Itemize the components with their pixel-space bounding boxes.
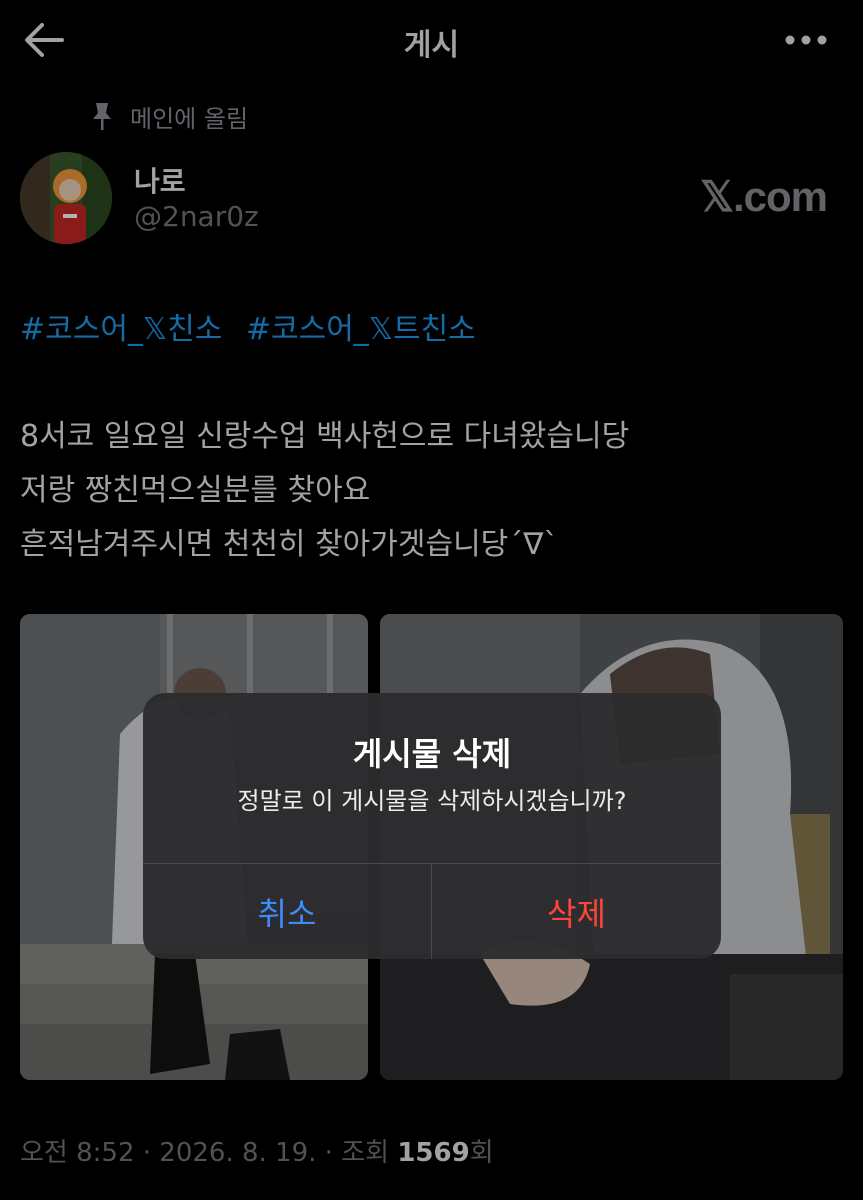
dialog-title: 게시물 삭제 bbox=[352, 735, 512, 773]
delete-button[interactable]: 삭제 bbox=[432, 864, 721, 959]
dialog-message: 정말로 이 게시물을 삭제하시겠습니까? bbox=[237, 787, 627, 815]
cancel-button[interactable]: 취소 bbox=[143, 864, 431, 959]
delete-post-dialog: 게시물 삭제 정말로 이 게시물을 삭제하시겠습니까? 취소 삭제 bbox=[143, 693, 721, 959]
modal-overlay bbox=[0, 0, 863, 1200]
